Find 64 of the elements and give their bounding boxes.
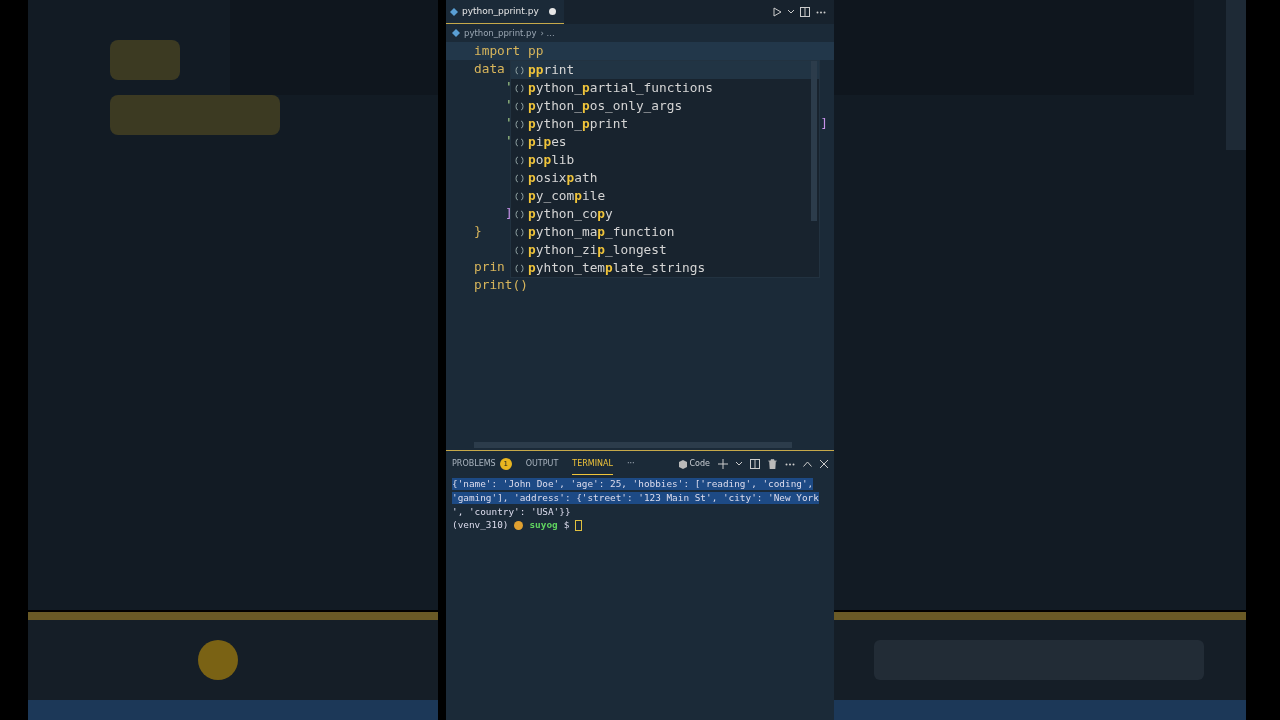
more-tabs[interactable]: ··· xyxy=(626,458,635,470)
suggestion-item[interactable]: posixpath xyxy=(511,169,819,187)
module-icon xyxy=(514,210,524,219)
add-terminal-icon[interactable] xyxy=(718,459,728,469)
python-file-icon xyxy=(452,29,460,37)
tab-title: python_pprint.py xyxy=(462,4,539,18)
module-icon xyxy=(514,120,524,129)
code-text: } xyxy=(474,222,482,240)
suggestion-item[interactable]: python_partial_functions xyxy=(511,79,819,97)
prompt-env: (venv_310) xyxy=(452,519,509,532)
code-text: ' xyxy=(504,132,513,150)
terminal-icon xyxy=(678,459,687,469)
breadcrumb-path[interactable]: › ... xyxy=(540,26,555,40)
caret-icon[interactable] xyxy=(788,10,794,14)
module-icon xyxy=(514,102,524,111)
module-icon xyxy=(514,192,524,201)
module-icon xyxy=(514,246,524,255)
suggestion-item[interactable]: pipes xyxy=(511,133,819,151)
suggestion-item[interactable]: python_zip_longest xyxy=(511,241,819,259)
avatar-icon xyxy=(514,520,524,530)
suggestion-item[interactable]: poplib xyxy=(511,151,819,169)
run-icon[interactable] xyxy=(773,7,782,17)
trash-icon[interactable] xyxy=(768,459,777,469)
terminal-output: ', 'country': 'USA'}} xyxy=(452,506,571,518)
terminal-output: 'gaming'], 'address': {'street': '123 Main St', 'city': 'New York xyxy=(452,492,819,505)
panel-tab[interactable]: TERMINAL xyxy=(572,453,613,475)
code-line: import pp xyxy=(474,42,544,60)
module-icon xyxy=(514,138,524,147)
suggestion-item[interactable]: python_map_function xyxy=(511,223,819,241)
panel-tab[interactable]: OUTPUT xyxy=(525,454,559,474)
module-icon xyxy=(514,228,524,237)
close-icon[interactable] xyxy=(820,460,828,468)
code-text: ' xyxy=(504,114,513,132)
suggestion-item[interactable]: py_compile xyxy=(511,187,819,205)
code-text: ] xyxy=(504,204,513,222)
code-text: print() xyxy=(474,276,528,294)
module-icon xyxy=(514,174,524,183)
module-icon xyxy=(514,156,524,165)
terminal-output: {'name': 'John Doe', 'age': 25, 'hobbies': ['reading', 'coding', xyxy=(452,478,814,490)
suggestion-item[interactable]: pyhton_template_strings xyxy=(511,259,819,277)
code-text: data xyxy=(474,60,505,78)
code-text: prin xyxy=(474,258,505,276)
module-icon xyxy=(514,84,524,93)
suggestion-item[interactable]: pprint xyxy=(511,61,819,79)
terminal-profile[interactable]: Code xyxy=(678,459,710,469)
python-file-icon xyxy=(450,7,458,16)
suggestion-item[interactable]: python_copy xyxy=(511,205,819,223)
suggestion-item[interactable]: python_pprint xyxy=(511,115,819,133)
editor-tab[interactable]: python_pprint.py xyxy=(446,0,564,24)
prompt-user: suyog xyxy=(529,519,558,532)
more-icon[interactable] xyxy=(816,10,826,14)
split-editor-icon[interactable] xyxy=(800,7,810,17)
split-terminal-icon[interactable] xyxy=(750,459,760,469)
maximize-icon[interactable] xyxy=(803,461,812,467)
module-icon xyxy=(514,264,524,273)
prompt-symbol: $ xyxy=(563,519,570,532)
code-text: ' xyxy=(504,96,513,114)
code-text: ' xyxy=(504,78,513,96)
caret-icon[interactable] xyxy=(736,462,742,466)
module-icon xyxy=(514,66,524,75)
suggestion-item[interactable]: python_pos_only_args xyxy=(511,97,819,115)
breadcrumb-file[interactable]: python_pprint.py xyxy=(464,26,537,40)
more-icon[interactable] xyxy=(785,462,795,466)
terminal-cursor xyxy=(575,519,583,531)
